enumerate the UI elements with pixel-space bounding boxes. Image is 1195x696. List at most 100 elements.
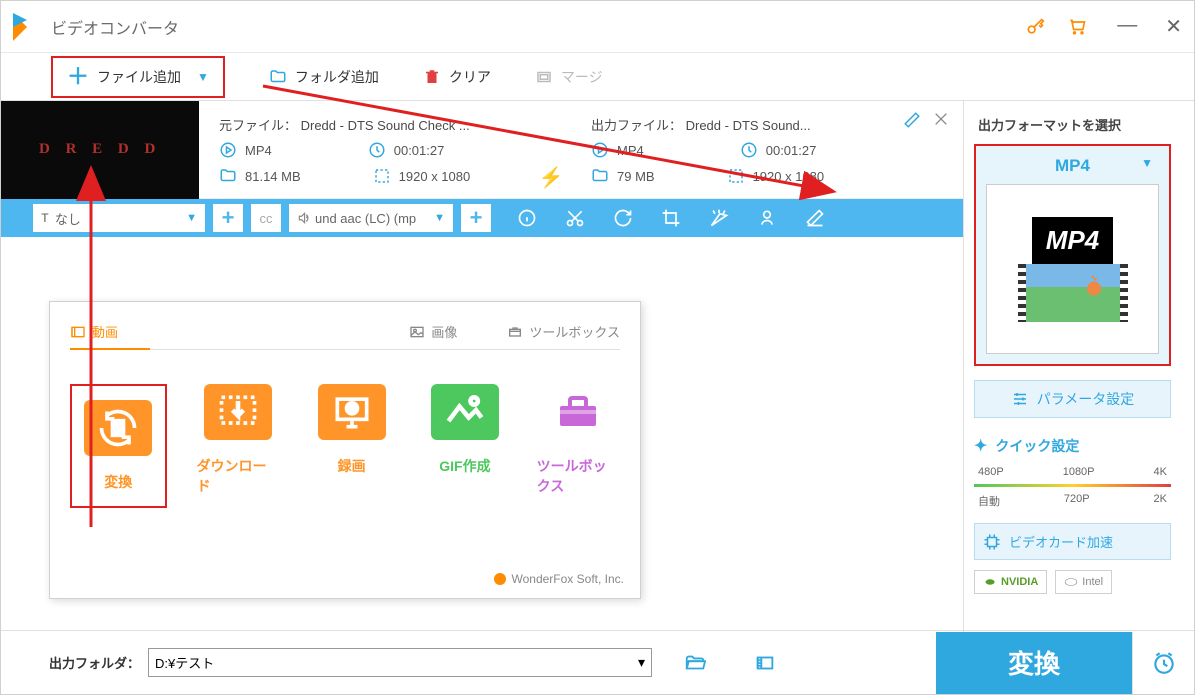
file-row[interactable]: D R E D D 元ファイル： Dredd - DTS Sound Check… (1, 101, 963, 199)
info-icon[interactable] (517, 208, 537, 228)
size-icon (219, 167, 237, 185)
format-label: 出力フォーマットを選択 (974, 111, 1171, 144)
resolution-slider[interactable] (974, 484, 1171, 487)
param-label: パラメータ設定 (1037, 389, 1135, 409)
output-format-box[interactable]: MP4 ▼ MP4 (974, 144, 1171, 366)
tile-record[interactable]: 録画 (310, 384, 393, 508)
clear-label: クリア (449, 67, 491, 87)
remove-icon[interactable] (933, 111, 949, 127)
out-resolution: 1920 x 1080 (753, 169, 825, 184)
convert-button[interactable]: 変換 (936, 632, 1132, 694)
out-duration: 00:01:27 (766, 143, 817, 158)
add-audio-button[interactable]: + (461, 204, 491, 232)
toolbox-tab-icon (507, 324, 523, 340)
src-size: 81.14 MB (245, 169, 301, 184)
clear-button[interactable]: クリア (423, 67, 491, 87)
nvidia-chip[interactable]: NVIDIA (974, 570, 1047, 594)
cut-icon[interactable] (565, 208, 585, 228)
brand-icon (494, 573, 506, 585)
resolution-icon (727, 167, 745, 185)
crop-icon[interactable] (661, 208, 681, 228)
chevron-down-icon: ▼ (1141, 156, 1153, 170)
main-toolbar: ＋ ファイル追加 ▼ フォルダ追加 クリア マージ (1, 53, 1194, 101)
effects-icon[interactable] (709, 208, 729, 228)
output-path-select[interactable]: D:¥テスト ▾ (148, 648, 652, 677)
merge-label: マージ (561, 67, 603, 87)
param-settings-button[interactable]: パラメータ設定 (974, 380, 1171, 418)
tile-gif-label: GIF作成 (439, 456, 490, 476)
record-icon (318, 384, 386, 440)
video-thumbnail[interactable]: D R E D D (1, 101, 199, 199)
intel-chip[interactable]: Intel (1055, 570, 1112, 594)
plus-icon: ＋ (67, 66, 89, 88)
src-filename: 元ファイル： Dredd - DTS Sound Check ... (219, 115, 470, 134)
brand-footer: WonderFox Soft, Inc. (494, 572, 625, 586)
tile-toolbox[interactable]: ツールボックス (537, 384, 620, 508)
resolution-icon (373, 167, 391, 185)
chip-icon (983, 533, 1001, 551)
convert-icon (84, 400, 152, 456)
audio-select[interactable]: und aac (LC) (mp ▼ (289, 204, 453, 232)
src-duration: 00:01:27 (394, 143, 445, 158)
format-icon (591, 141, 609, 159)
chevron-down-icon: ▼ (434, 212, 445, 224)
download-icon (204, 384, 272, 440)
plus-icon: ✦ (974, 436, 987, 456)
watermark-icon[interactable] (757, 208, 777, 228)
cart-icon[interactable] (1067, 17, 1087, 37)
footer: 出力フォルダ： D:¥テスト ▾ 変換 (1, 630, 1194, 694)
format-icon (219, 141, 237, 159)
folder-plus-icon (269, 68, 287, 86)
gif-icon (431, 384, 499, 440)
schedule-button[interactable] (1132, 632, 1194, 694)
app-logo-icon (13, 13, 41, 41)
right-sidebar: 出力フォーマットを選択 MP4 ▼ MP4 パラメータ設定 ✦クイック設定 48… (963, 101, 1181, 653)
res-auto: 自動 (978, 493, 1000, 509)
open-folder-icon[interactable] (684, 652, 706, 674)
add-file-label: ファイル追加 (97, 67, 181, 87)
tile-download[interactable]: ダウンロード (197, 384, 280, 508)
res-720p: 720P (1064, 493, 1090, 509)
clock-icon (740, 141, 758, 159)
res-1080p: 1080P (1063, 466, 1095, 478)
merge-button[interactable]: マージ (535, 67, 603, 87)
src-resolution: 1920 x 1080 (399, 169, 471, 184)
gpu-accel-button[interactable]: ビデオカード加速 (974, 523, 1171, 560)
tile-gif[interactable]: GIF作成 (423, 384, 506, 508)
close-button[interactable]: ✕ (1165, 14, 1182, 39)
output-folder-label: 出力フォルダ： (49, 653, 140, 672)
tab-toolbox[interactable]: ツールボックス (507, 322, 620, 341)
tile-download-label: ダウンロード (197, 456, 280, 496)
rotate-icon[interactable] (613, 208, 633, 228)
minimize-button[interactable]: — (1117, 14, 1137, 39)
tab-image[interactable]: 画像 (409, 322, 457, 341)
add-subtitle-button[interactable]: + (213, 204, 243, 232)
subtitle-select[interactable]: T なし ▼ (33, 204, 205, 232)
film-folder-icon[interactable] (754, 652, 776, 674)
out-format: MP4 (617, 143, 644, 158)
tile-convert[interactable]: 変換 (70, 384, 167, 508)
edit-toolbar: T なし ▼ + cc und aac (LC) (mp ▼ + (1, 199, 963, 237)
format-name: MP4 (1055, 156, 1090, 176)
tab-video[interactable]: 動画 (70, 322, 118, 341)
res-4k: 4K (1154, 466, 1167, 478)
chevron-down-icon: ▼ (186, 212, 197, 224)
add-folder-button[interactable]: フォルダ追加 (269, 67, 379, 87)
image-tab-icon (409, 324, 425, 340)
format-preview: MP4 (986, 184, 1159, 354)
speaker-icon (297, 211, 311, 225)
cc-button[interactable]: cc (251, 204, 281, 232)
merge-icon (535, 68, 553, 86)
toolbox-icon (544, 384, 612, 440)
add-file-button[interactable]: ＋ ファイル追加 ▼ (51, 56, 225, 98)
edit-icon[interactable] (903, 111, 921, 129)
trash-icon (423, 68, 441, 86)
key-icon[interactable] (1025, 17, 1045, 37)
mp4-badge: MP4 (1032, 217, 1113, 264)
chevron-down-icon: ▾ (638, 654, 645, 671)
titlebar: ビデオコンバータ — ✕ (1, 1, 1194, 53)
video-tab-icon (70, 324, 86, 340)
sliders-icon (1011, 390, 1029, 408)
edit-pen-icon[interactable] (805, 208, 825, 228)
chevron-down-icon: ▼ (197, 70, 209, 84)
